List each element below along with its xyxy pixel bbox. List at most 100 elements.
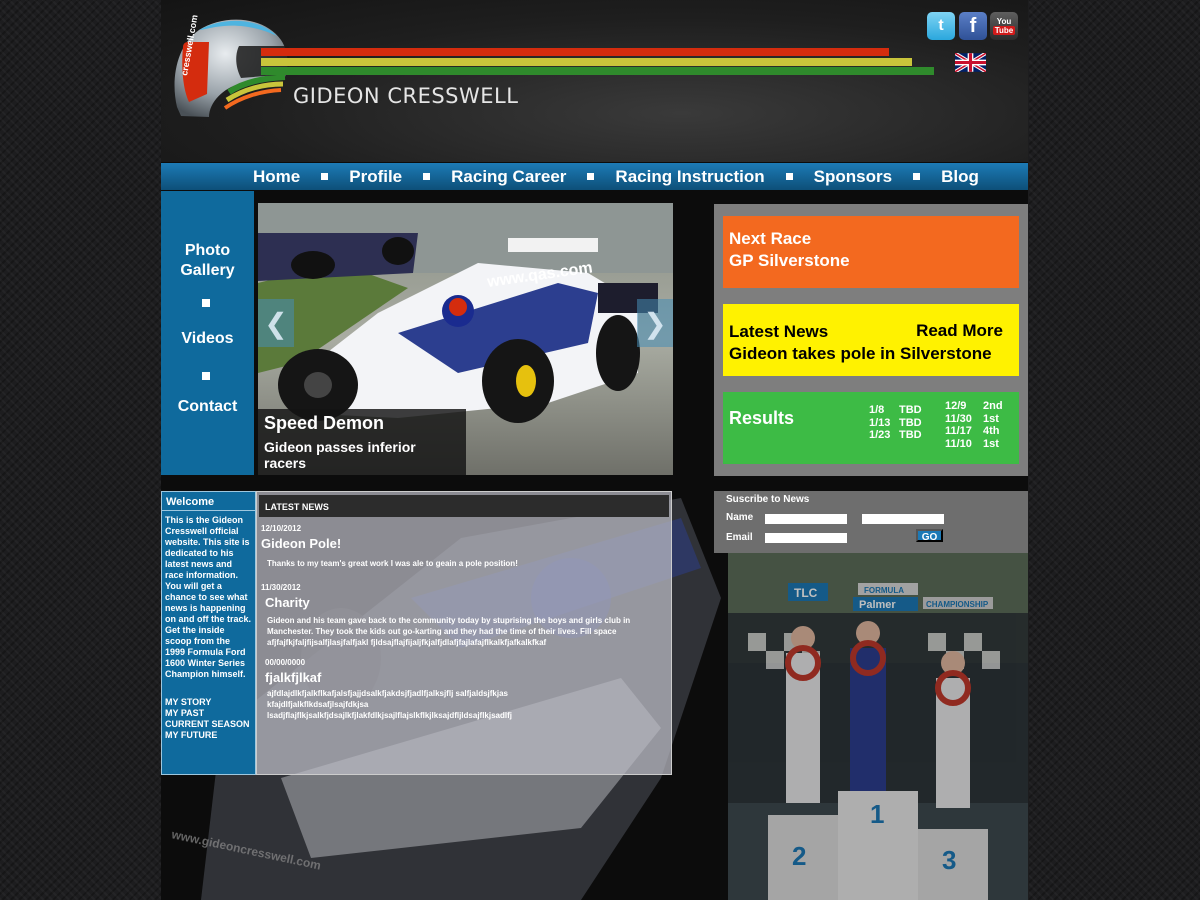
- news-post-date: 11/30/2012: [261, 583, 301, 592]
- result-date: 12/9: [945, 400, 967, 412]
- site-name: GIDEON CRESSWELL: [293, 84, 519, 108]
- subscribe-heading: Suscribe to News: [726, 494, 810, 505]
- stripe-red: [261, 48, 889, 56]
- slider-caption-title: Speed Demon: [264, 413, 385, 433]
- result-row: 1/8 TBD: [869, 404, 922, 417]
- link-my-story[interactable]: MY STORY: [165, 697, 250, 708]
- podium-photo: TLC FORMULA Palmer CHAMPIONSHIP 2 1 3: [728, 553, 1028, 900]
- nav-racing-instruction[interactable]: Racing Instruction: [615, 167, 764, 187]
- result-value: TBD: [899, 429, 922, 441]
- result-value: 4th: [983, 425, 1000, 437]
- news-post-title[interactable]: fjalkfjlkaf: [265, 670, 321, 685]
- twitter-icon[interactable]: t: [927, 12, 955, 40]
- result-row: 1/23 TBD: [869, 429, 922, 442]
- twitter-glyph: t: [938, 17, 944, 34]
- page: cresswell.com GIDEON CRESSWELL t f You T…: [161, 0, 1028, 900]
- chevron-left-icon: ❮: [264, 307, 288, 339]
- result-row: 1/13 TBD: [869, 417, 922, 430]
- side-nav-separator: [202, 299, 210, 307]
- email-input[interactable]: [765, 533, 847, 543]
- results-label: Results: [729, 408, 795, 428]
- slider-next-button[interactable]: ❯: [637, 299, 673, 347]
- nav-blog[interactable]: Blog: [941, 167, 979, 187]
- past-results: 12/9 2nd 11/30 1st 11/17 4th 11/10 1st: [945, 400, 1003, 450]
- result-row: 11/10 1st: [945, 438, 1003, 451]
- nav-separator: [913, 173, 921, 180]
- news-post-body: Thanks to my team's great work I was ale…: [267, 559, 518, 568]
- read-more-link[interactable]: Read More: [916, 321, 1003, 341]
- welcome-heading: Welcome: [162, 492, 255, 511]
- news-post-body: ajfdlajdlkfjalkflkafjalsfjajjdsalkfjakds…: [267, 689, 512, 720]
- slider-prev-button[interactable]: ❮: [258, 299, 294, 347]
- nav-racing-career[interactable]: Racing Career: [451, 167, 566, 187]
- stripe-green: [261, 67, 934, 75]
- uk-flag-icon[interactable]: [955, 53, 986, 72]
- slider-caption-text: Gideon passes inferior racers: [264, 439, 416, 471]
- news-post-title[interactable]: Charity: [265, 595, 310, 610]
- next-race-value: GP Silverstone: [729, 251, 850, 270]
- result-date: 11/10: [945, 437, 972, 450]
- facebook-glyph: f: [969, 14, 977, 37]
- nav-profile[interactable]: Profile: [349, 167, 402, 187]
- result-value: TBD: [899, 416, 922, 429]
- facebook-icon[interactable]: f: [959, 12, 987, 40]
- side-nav-videos[interactable]: Videos: [161, 329, 254, 349]
- nav-separator: [785, 173, 793, 180]
- result-value: TBD: [899, 404, 922, 416]
- nav-separator: [321, 173, 329, 180]
- result-date: 1/23: [869, 429, 891, 441]
- main-nav: Home Profile Racing Career Racing Instru…: [161, 163, 1028, 190]
- upcoming-results: 1/8 TBD 1/13 TBD 1/23 TBD: [869, 404, 922, 442]
- info-panel: Next Race GP Silverstone Latest News Rea…: [714, 204, 1028, 476]
- side-nav-separator: [202, 372, 210, 380]
- result-row: 11/17 4th: [945, 425, 1003, 438]
- result-value: 1st: [983, 437, 999, 450]
- next-race-label: Next Race: [729, 229, 812, 248]
- link-my-past[interactable]: MY PAST: [165, 708, 250, 719]
- youtube-glyph-bottom: Tube: [992, 26, 1016, 35]
- result-date: 1/13: [869, 416, 891, 429]
- news-post-date: 12/10/2012: [261, 524, 302, 533]
- link-my-future[interactable]: MY FUTURE: [165, 730, 250, 741]
- last-name-input[interactable]: [862, 514, 944, 524]
- nav-home[interactable]: Home: [253, 167, 300, 187]
- result-row: 11/30 1st: [945, 413, 1003, 426]
- first-name-input[interactable]: [765, 514, 847, 524]
- chevron-right-icon: ❯: [643, 307, 667, 339]
- results-box: Results 1/8 TBD 1/13 TBD 1/23 TBD 12/9 2nd 1…: [723, 392, 1019, 464]
- latest-news-headline: Gideon takes pole in Silverstone: [729, 344, 992, 363]
- result-date: 1/8: [869, 404, 885, 416]
- result-value: 1st: [983, 412, 999, 425]
- side-nav-contact[interactable]: Contact: [161, 397, 254, 417]
- email-label: Email: [726, 532, 753, 543]
- hero-slider: www.qas.com ❮ ❯ Speed Demon Gideon passe…: [258, 203, 673, 475]
- youtube-icon[interactable]: You Tube: [990, 12, 1018, 40]
- news-post-title[interactable]: Gideon Pole!: [261, 536, 341, 551]
- slider-caption: Speed Demon Gideon passes inferior racer…: [258, 409, 466, 475]
- go-button[interactable]: GO: [916, 529, 943, 543]
- welcome-panel: Welcome This is the Gideon Cresswell off…: [161, 491, 256, 775]
- subscribe-panel: Suscribe to News Name Email GO: [714, 491, 1028, 553]
- next-race-box[interactable]: Next Race GP Silverstone: [723, 216, 1019, 288]
- news-post-date: 00/00/0000: [265, 658, 306, 667]
- result-row: 12/9 2nd: [945, 400, 1003, 413]
- youtube-glyph-top: You: [996, 17, 1012, 26]
- latest-news-box: Latest News Read More Gideon takes pole …: [723, 304, 1019, 376]
- news-post-body: Gideon and his team gave back to the com…: [267, 616, 631, 647]
- welcome-text: This is the Gideon Cresswell official we…: [165, 515, 252, 679]
- nav-sponsors[interactable]: Sponsors: [814, 167, 892, 187]
- result-date: 11/30: [945, 412, 972, 425]
- result-date: 11/17: [945, 425, 972, 437]
- podium-image: TLC FORMULA Palmer CHAMPIONSHIP 2 1 3: [728, 553, 1028, 900]
- side-nav-photo-gallery[interactable]: Photo Gallery: [161, 241, 254, 281]
- latest-news-heading: LATEST NEWS: [259, 495, 669, 517]
- side-nav: Photo Gallery Videos Contact: [161, 191, 254, 475]
- nav-separator: [587, 173, 595, 180]
- link-current-season[interactable]: CURRENT SEASON: [165, 719, 250, 730]
- nav-separator: [423, 173, 431, 180]
- result-value: 2nd: [983, 400, 1003, 412]
- name-label: Name: [726, 512, 754, 523]
- welcome-links: MY STORY MY PAST CURRENT SEASON MY FUTUR…: [165, 697, 250, 741]
- header: cresswell.com GIDEON CRESSWELL t f You T…: [161, 0, 1028, 162]
- latest-news-panel: LATEST NEWS 12/10/2012 Gideon Pole! Than…: [256, 491, 672, 775]
